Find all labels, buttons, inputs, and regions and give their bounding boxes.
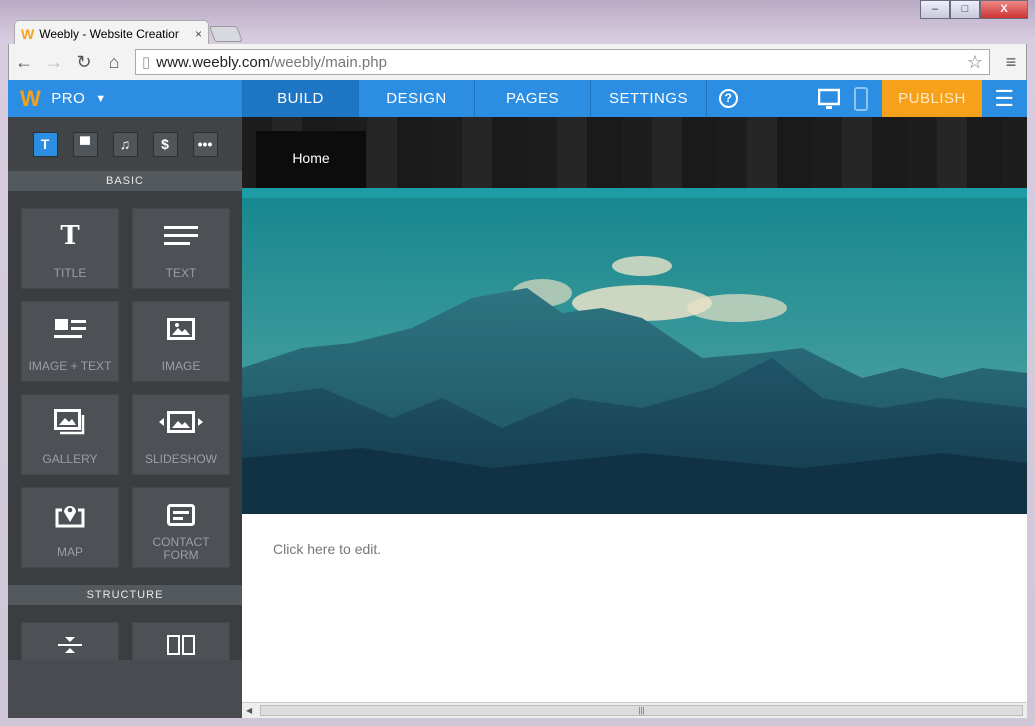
sidebar-footer (8, 660, 242, 718)
site-header: Home (242, 117, 1027, 188)
site-canvas: Home Click here to edit. ◀ ||| (242, 117, 1027, 718)
help-icon: ? (719, 89, 738, 108)
publish-button[interactable]: PUBLISH (882, 80, 982, 117)
element-columns[interactable] (132, 622, 230, 665)
element-label: MAP (56, 545, 83, 559)
element-image[interactable]: IMAGE (132, 301, 230, 382)
reload-icon[interactable]: ↻ (75, 52, 93, 73)
mobile-view-icon[interactable] (854, 86, 868, 111)
close-window-button[interactable]: X (980, 0, 1028, 19)
image-icon (167, 314, 195, 344)
maximize-button[interactable]: □ (950, 0, 980, 19)
element-title[interactable]: T TITLE (21, 208, 119, 289)
text-icon (164, 221, 198, 251)
nav-home-link[interactable]: Home (256, 131, 366, 188)
contact-form-icon (167, 500, 195, 530)
tab-build[interactable]: BUILD (242, 80, 358, 117)
category-more-button[interactable]: ••• (192, 131, 218, 157)
chrome-menu-icon[interactable]: ≡ (1002, 52, 1020, 73)
element-label: IMAGE + TEXT (28, 359, 112, 373)
element-contact-form[interactable]: CONTACT FORM (132, 487, 230, 568)
category-structure-button[interactable]: ▀ (72, 131, 98, 157)
browser-tab[interactable]: W Weebly - Website Creation × (14, 20, 209, 46)
sidebar: T ▀ ♫ $ ••• BASIC T TITLE TEXT IMAGE + TE… (8, 117, 242, 718)
tab-close-button[interactable]: × (195, 27, 202, 41)
element-label: GALLERY (42, 452, 98, 466)
tab-settings[interactable]: SETTINGS (590, 80, 706, 117)
back-icon[interactable]: ← (15, 52, 33, 73)
tab-pages[interactable]: PAGES (474, 80, 590, 117)
desktop-view-icon[interactable] (818, 88, 840, 110)
image-text-icon (54, 314, 86, 344)
hero-image[interactable] (242, 198, 1027, 514)
scroll-left-icon[interactable]: ◀ (242, 706, 252, 715)
element-map[interactable]: MAP (21, 487, 119, 568)
hamburger-menu-icon[interactable]: ☰ (982, 80, 1027, 117)
category-media-button[interactable]: ♫ (112, 131, 138, 157)
plan-label: PRO (51, 90, 86, 107)
help-button[interactable]: ? (706, 80, 750, 117)
map-icon (55, 500, 85, 530)
home-icon[interactable]: ⌂ (105, 52, 123, 73)
gallery-icon (54, 407, 86, 437)
plan-dropdown[interactable]: W PRO ▼ (8, 80, 242, 117)
weebly-favicon-icon: W (21, 25, 35, 42)
element-divider[interactable] (21, 622, 119, 665)
new-tab-button[interactable] (209, 26, 243, 42)
chevron-down-icon: ▼ (95, 92, 107, 105)
editable-text-placeholder[interactable]: Click here to edit. (242, 514, 1027, 584)
category-commerce-button[interactable]: $ (152, 131, 178, 157)
forward-icon[interactable]: → (45, 52, 63, 73)
columns-icon (167, 635, 195, 655)
element-categories: T ▀ ♫ $ ••• (8, 117, 242, 171)
element-label: TITLE (53, 266, 87, 280)
url-path: /weebly/main.php (270, 53, 387, 71)
horizontal-scrollbar[interactable]: ◀ ||| (242, 702, 1027, 718)
window-controls: – □ X (920, 0, 1028, 19)
element-image-text[interactable]: IMAGE + TEXT (21, 301, 119, 382)
element-gallery[interactable]: GALLERY (21, 394, 119, 475)
weebly-editor: W PRO ▼ BUILD DESIGN PAGES SETTINGS ? PUBL… (8, 80, 1027, 718)
scrollbar-thumb[interactable]: ||| (260, 705, 1023, 716)
header-strip (242, 188, 1027, 198)
section-basic: BASIC (8, 171, 242, 191)
element-label: TEXT (165, 266, 197, 280)
element-label: IMAGE (161, 359, 201, 373)
element-slideshow[interactable]: SLIDESHOW (132, 394, 230, 475)
url-host: www.weebly.com (156, 53, 271, 71)
slideshow-icon (159, 407, 203, 437)
element-label: SLIDESHOW (144, 452, 217, 466)
tab-title: Weebly - Website Creation (39, 26, 180, 41)
weebly-logo-icon: W (20, 85, 42, 111)
tab-design[interactable]: DESIGN (358, 80, 474, 117)
title-icon: T (60, 221, 80, 251)
minimize-button[interactable]: – (920, 0, 950, 19)
browser-toolbar: ← → ↻ ⌂ ▯ www.weebly.com/weebly/main.php ☆… (8, 44, 1027, 80)
bookmark-star-icon[interactable]: ☆ (967, 52, 983, 73)
section-structure: STRUCTURE (8, 585, 242, 605)
address-bar[interactable]: ▯ www.weebly.com/weebly/main.php ☆ (135, 49, 990, 75)
element-label: CONTACT FORM (152, 535, 210, 562)
category-basic-button[interactable]: T (32, 131, 58, 157)
page-icon: ▯ (142, 54, 151, 71)
element-text[interactable]: TEXT (132, 208, 230, 289)
divider-icon (58, 635, 82, 655)
top-nav: W PRO ▼ BUILD DESIGN PAGES SETTINGS ? PUBL… (8, 80, 1027, 117)
